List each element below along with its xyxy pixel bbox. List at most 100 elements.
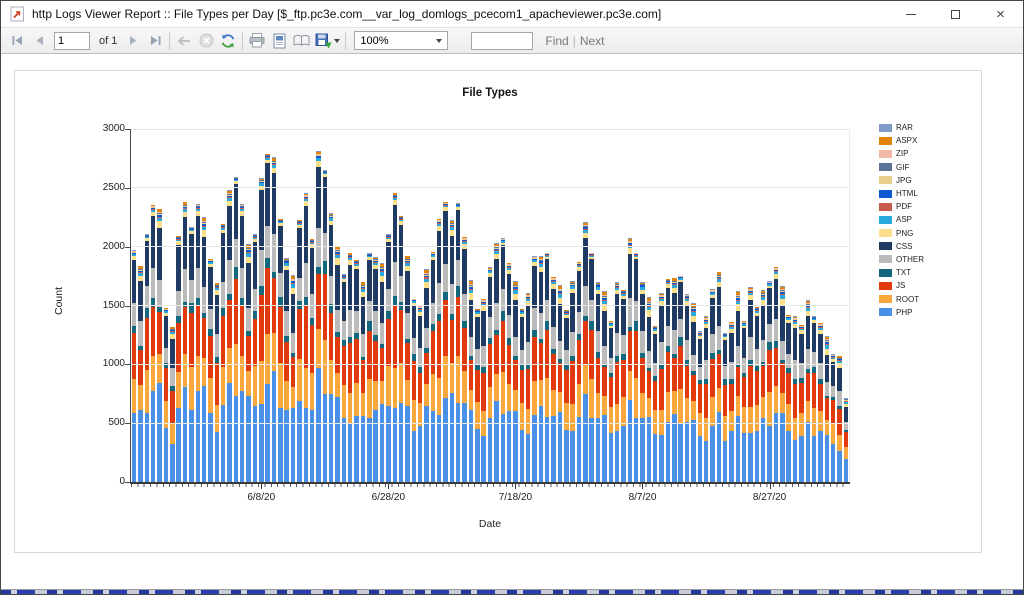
stacked-bar (698, 331, 702, 482)
last-page-button[interactable] (144, 30, 166, 52)
export-button[interactable] (312, 30, 342, 52)
bar-segment-ROOT (621, 397, 625, 425)
bar-segment-CSS (793, 328, 797, 360)
bar-segment-JS (678, 346, 682, 390)
bar-segment-CSS (132, 260, 136, 304)
bar-segment-CSS (145, 241, 149, 286)
bar-segment-CSS (799, 334, 803, 363)
bar-segment-PHP (659, 435, 663, 482)
stacked-bar (596, 282, 600, 482)
bar-segment-JS (215, 363, 219, 405)
bar-segment-PHP (583, 394, 587, 482)
bar-segment-OTHER (621, 335, 625, 354)
bar-segment-ROOT (755, 405, 759, 431)
bar-segment-ROOT (329, 360, 333, 394)
bar-segment-OTHER (323, 233, 327, 261)
bar-segment-ROOT (297, 359, 301, 401)
bar-segment-JS (577, 340, 581, 384)
page-number-input[interactable] (54, 32, 90, 50)
x-axis-minor-ticks (131, 484, 849, 487)
next-page-icon (129, 36, 138, 45)
stacked-bar (437, 219, 441, 482)
bar-segment-CSS (246, 263, 250, 308)
bar-segment-PHP (551, 416, 555, 482)
title-bar[interactable]: http Logs Viewer Report :: File Types pe… (1, 1, 1023, 28)
bar-segment-CSS (545, 259, 549, 300)
stacked-bar (685, 294, 689, 482)
legend-label: PHP (896, 308, 912, 317)
bar-segment-JS (234, 279, 238, 344)
bar-segment-PHP (354, 416, 358, 482)
bar-segment-JS (310, 325, 314, 373)
stacked-bar (405, 256, 409, 482)
bar-segment-ROOT (729, 411, 733, 431)
cancel-button[interactable] (195, 30, 217, 52)
bar-segment-OTHER (399, 276, 403, 302)
maximize-button[interactable] (933, 1, 978, 27)
bar-segment-JS (316, 274, 320, 329)
bar-segment-ROOT (342, 385, 346, 418)
bar-segment-ROOT (698, 413, 702, 437)
stacked-bar (666, 279, 670, 482)
bar-segment-CSS (393, 205, 397, 262)
bar-segment-JS (132, 333, 136, 379)
bar-segment-PHP (329, 394, 333, 482)
gridline (131, 305, 849, 306)
bar-segment-JS (602, 367, 606, 395)
bar-segment-ROOT (774, 386, 778, 413)
bar-segment-JS (399, 310, 403, 363)
stacked-bar (602, 291, 606, 482)
minimize-button[interactable] (888, 1, 933, 27)
bar-segment-CSS (717, 287, 721, 325)
bar-segment-ROOT (558, 392, 562, 412)
stacked-bar (545, 253, 549, 482)
back-button[interactable] (173, 30, 195, 52)
legend-label: RAR (896, 123, 913, 132)
bar-segment-TXT (234, 267, 238, 279)
bar-segment-OTHER (494, 303, 498, 331)
stacked-bar (323, 170, 327, 482)
bar-segment-ROOT (666, 392, 670, 422)
legend-swatch (879, 255, 892, 263)
refresh-button[interactable] (217, 30, 239, 52)
stacked-bar (145, 234, 149, 482)
print-layout-button[interactable] (268, 30, 290, 52)
previous-page-button[interactable] (28, 30, 50, 52)
bar-segment-CSS (481, 311, 485, 346)
bar-segment-PHP (589, 418, 593, 482)
bar-segment-CSS (551, 289, 555, 327)
print-button[interactable] (246, 30, 268, 52)
bar-segment-ROOT (799, 413, 803, 436)
bar-segment-CSS (138, 281, 142, 320)
zoom-select[interactable]: 100% (354, 31, 448, 50)
bar-segment-ROOT (412, 400, 416, 431)
bar-segment-OTHER (437, 283, 441, 314)
first-page-button[interactable] (6, 30, 28, 52)
legend-label: PNG (896, 229, 913, 238)
bar-segment-TXT (323, 261, 327, 273)
bar-segment-OTHER (558, 341, 562, 359)
bar-segment-JS (793, 384, 797, 418)
close-button[interactable]: × (978, 1, 1023, 27)
stacked-bar (640, 282, 644, 482)
stacked-bar (570, 281, 574, 482)
bar-segment-ROOT (215, 405, 219, 432)
y-axis-tick-label: 2500 (81, 182, 125, 193)
bar-segment-PHP (151, 391, 155, 482)
bar-segment-CSS (596, 294, 600, 331)
bar-segment-OTHER (304, 263, 308, 297)
y-axis-tick-label: 1000 (81, 358, 125, 369)
bar-segment-CSS (348, 265, 352, 310)
legend-label: HTML (896, 189, 918, 198)
search-input[interactable] (471, 32, 533, 50)
page-setup-button[interactable] (290, 30, 312, 52)
bar-segment-ROOT (767, 392, 771, 426)
next-link[interactable]: Next (580, 34, 605, 48)
bar-segment-ROOT (780, 393, 784, 413)
next-page-button[interactable] (122, 30, 144, 52)
x-axis-tick-label: 7/18/20 (483, 492, 547, 503)
stacked-bar (691, 303, 695, 482)
find-link[interactable]: Find (545, 34, 568, 48)
bar-segment-JS (284, 342, 288, 381)
bar-segment-OTHER (583, 286, 587, 316)
